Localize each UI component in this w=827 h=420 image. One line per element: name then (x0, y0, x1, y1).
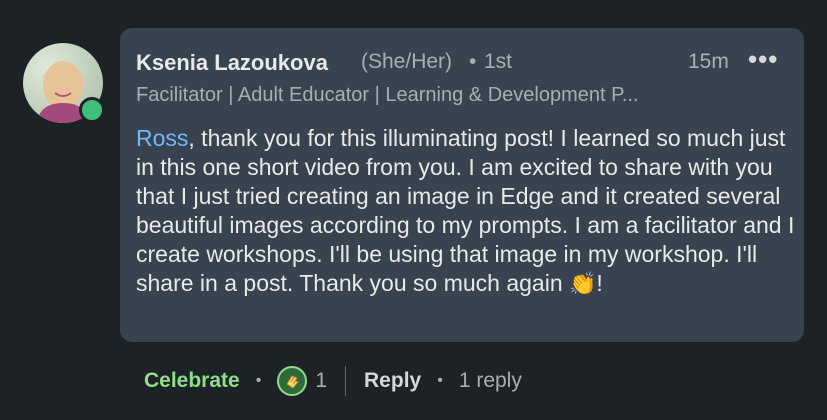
connection-degree: 1st (484, 50, 513, 73)
author-headline: Facilitator | Adult Educator | Learning … (136, 84, 639, 106)
clapping-hands-icon[interactable] (277, 366, 308, 396)
separator-dot: • (255, 372, 262, 389)
separator-dot: • (469, 50, 477, 73)
divider (345, 366, 347, 396)
comment-time: 15m (688, 50, 729, 73)
avatar[interactable] (23, 43, 105, 123)
online-status-indicator (79, 97, 105, 123)
comment-text-main: , thank you for this illuminating post! … (136, 125, 795, 296)
author-name[interactable]: Ksenia Lazoukova (136, 50, 328, 76)
celebrate-button[interactable]: Celebrate (144, 369, 240, 393)
reaction-count[interactable]: 1 (315, 369, 327, 393)
mention-link[interactable]: Ross (136, 125, 188, 151)
comment-text-end: ! (596, 270, 603, 296)
reply-button[interactable]: Reply (364, 369, 421, 393)
comment-text: Ross, thank you for this illuminating po… (136, 124, 796, 298)
comment-actions: Celebrate • 1 Reply • 1 reply (144, 366, 522, 396)
separator-dot: • (437, 372, 443, 389)
replies-count-link[interactable]: 1 reply (459, 369, 522, 393)
more-options-icon[interactable]: ••• (748, 44, 778, 75)
clapping-hands-emoji: 👏 (569, 271, 597, 296)
author-pronouns: (She/Her) (361, 50, 453, 73)
